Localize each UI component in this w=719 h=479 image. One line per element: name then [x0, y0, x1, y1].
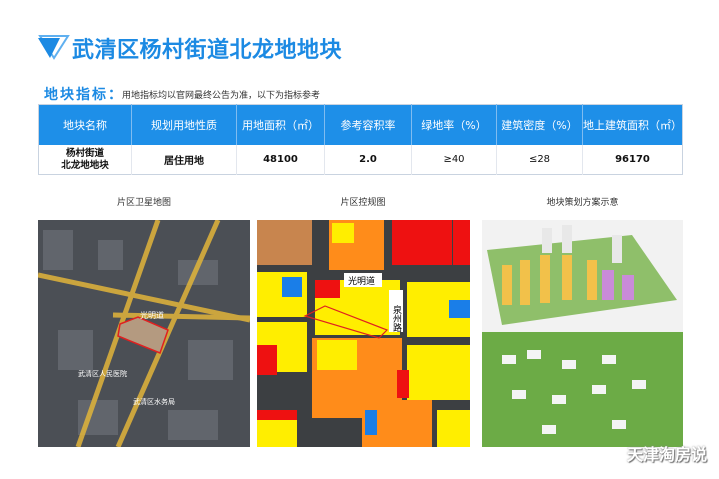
- indicator-table: 地块名称 规划用地性质 用地面积（㎡） 参考容积率 绿地率（%） 建筑密度（%）…: [38, 104, 683, 175]
- cell-name-line2: 北龙地地块: [61, 159, 109, 171]
- satellite-map-image: 光明道 武清区人民医院 武清区水务局: [38, 220, 250, 447]
- zoning-map-image: 光明道 泉州路: [257, 220, 470, 447]
- page-title: 武清区杨村街道北龙地地块: [72, 38, 343, 63]
- cell-name-line1: 杨村街道: [65, 147, 104, 159]
- col-header: 绿地率（%）: [411, 104, 497, 145]
- section-heading: 地块指标：: [44, 87, 124, 103]
- cell-green: ≥40: [411, 145, 497, 175]
- watermark: 天津淘房说: [626, 445, 707, 464]
- col-header: 用地面积（㎡）: [236, 104, 325, 145]
- col-header: 地上建筑面积（㎡）: [582, 104, 683, 145]
- map-label-road: 光明道: [140, 310, 164, 320]
- map-label-hospital: 武清区人民医院: [78, 369, 127, 378]
- table-header-row: 地块名称 规划用地性质 用地面积（㎡） 参考容积率 绿地率（%） 建筑密度（%）…: [38, 104, 683, 145]
- cell-far: 2.0: [324, 145, 412, 175]
- table-row: 杨村街道 北龙地地块 居住用地 48100 2.0 ≥40 ≤28 96170: [38, 145, 683, 175]
- col-header: 建筑密度（%）: [496, 104, 583, 145]
- col-header: 规划用地性质: [131, 104, 237, 145]
- zoning-caption: 片区控规图: [340, 198, 386, 208]
- cell-gfa: 96170: [615, 154, 650, 165]
- cell-density: ≤28: [496, 145, 583, 175]
- satellite-caption: 片区卫星地图: [116, 198, 171, 208]
- cell-use: 居住用地: [131, 145, 237, 175]
- zoning-label-road1: 光明道: [348, 275, 375, 287]
- plan-caption: 地块策划方案示意: [546, 198, 619, 208]
- zoning-label-road2: 泉州路: [391, 304, 402, 333]
- cell-name: 杨村街道 北龙地地块: [38, 145, 132, 175]
- col-header: 地块名称: [38, 104, 132, 145]
- triangle-logo-icon: [38, 35, 70, 60]
- section-note: 用地指标均以官网最终公告为准，以下为指标参考: [122, 91, 321, 101]
- cell-area: 48100: [236, 145, 325, 175]
- plan-rendering-image: [482, 220, 683, 447]
- col-header: 参考容积率: [324, 104, 412, 145]
- map-label-water-bureau: 武清区水务局: [133, 397, 175, 406]
